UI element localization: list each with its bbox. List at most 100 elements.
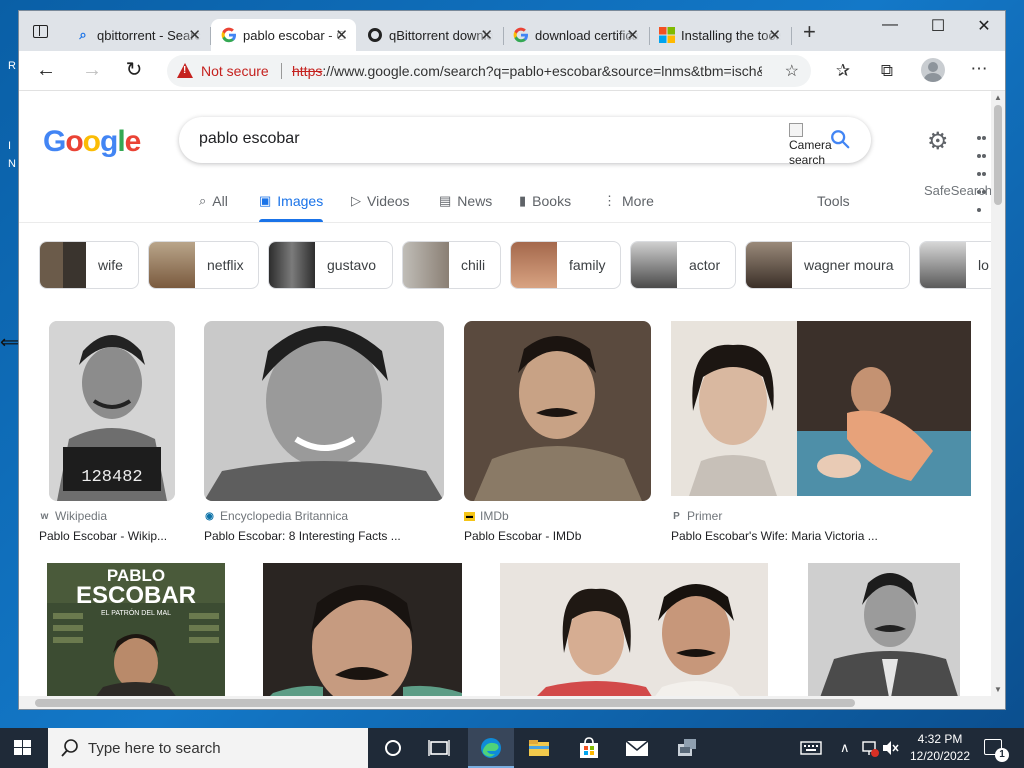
favorites-icon[interactable]: ✰ xyxy=(831,61,855,81)
cortana-icon[interactable] xyxy=(380,736,406,760)
close-icon[interactable]: ✕ xyxy=(626,26,639,44)
result-image[interactable]: PABLO ESCOBAR EL PATRÓN DEL MAL xyxy=(47,563,225,696)
tab-qbittorrent-search[interactable]: ⌕ qbittorrent - Search ✕ xyxy=(65,19,209,51)
tab-pablo-escobar[interactable]: pablo escobar - Google Search ✕ xyxy=(211,19,356,51)
scroll-down-icon[interactable]: ▼ xyxy=(994,685,1002,694)
chip-family[interactable]: family xyxy=(510,241,621,289)
result-title[interactable]: Pablo Escobar - Wikip... xyxy=(39,529,167,543)
search-input[interactable]: pablo escobar Camera search xyxy=(179,117,871,167)
maximize-button[interactable]: ☐ xyxy=(923,16,953,36)
chevron-up-icon[interactable]: ∧ xyxy=(840,740,850,756)
system-clock[interactable]: 4:32 PM 12/20/2022 xyxy=(904,731,976,765)
tools-button[interactable]: Tools xyxy=(817,193,850,209)
book-icon: ▮ xyxy=(519,193,527,208)
more-menu-icon[interactable]: ⋯ xyxy=(967,59,991,79)
desktop-icon-label[interactable]: R xyxy=(8,60,16,72)
file-explorer-icon[interactable] xyxy=(526,736,552,760)
chip-gustavo[interactable]: gustavo xyxy=(268,241,393,289)
chip-wife[interactable]: wife xyxy=(39,241,139,289)
page-content: Google pablo escobar Camera search ⚙ Saf… xyxy=(19,91,991,696)
result-title[interactable]: Pablo Escobar - IMDb xyxy=(464,529,581,543)
tab-installing-tools[interactable]: Installing the tools ✕ xyxy=(649,19,789,51)
result-image[interactable] xyxy=(808,563,960,696)
collections-icon[interactable]: ⧉ xyxy=(875,61,899,81)
tab-actions-icon[interactable] xyxy=(29,21,53,43)
result-image[interactable] xyxy=(263,563,462,696)
more-vert-icon: ⋮ xyxy=(603,193,616,208)
chip-label: actor xyxy=(689,257,721,273)
result-source-name: Wikipedia xyxy=(55,509,108,523)
new-tab-button[interactable]: + xyxy=(803,21,816,43)
poster-subtitle: EL PATRÓN DEL MAL xyxy=(101,608,171,617)
scrollbar-thumb[interactable] xyxy=(994,105,1002,205)
tab-label: More xyxy=(622,193,654,209)
result-source[interactable]: ◉ Encyclopedia Britannica xyxy=(204,509,348,523)
result-source[interactable]: ▬ IMDb xyxy=(464,509,509,523)
network-icon[interactable] xyxy=(860,738,880,758)
result-image[interactable] xyxy=(204,321,444,501)
browser-toolbar: ← → ↻ Not secure https://www.google.com/… xyxy=(19,51,1005,91)
volume-muted-icon[interactable] xyxy=(880,738,900,758)
notifications-icon[interactable]: 1 xyxy=(984,739,1009,762)
tab-more[interactable]: ⋮ More xyxy=(603,193,654,209)
google-icon xyxy=(221,27,237,43)
result-image[interactable] xyxy=(671,321,971,496)
result-title[interactable]: Pablo Escobar's Wife: Maria Victoria ... xyxy=(671,529,878,543)
address-bar[interactable]: Not secure https://www.google.com/search… xyxy=(167,55,811,87)
edge-taskbar-button[interactable] xyxy=(468,728,514,768)
close-icon[interactable]: ✕ xyxy=(335,26,348,44)
result-image[interactable] xyxy=(500,563,768,696)
chip-label: lo xyxy=(978,257,989,273)
url-text[interactable]: https://www.google.com/search?q=pablo+es… xyxy=(292,63,762,79)
chip-actor[interactable]: actor xyxy=(630,241,736,289)
security-status[interactable]: Not secure xyxy=(201,63,269,79)
desktop-icon-label[interactable]: I xyxy=(8,140,11,152)
vertical-scrollbar[interactable]: ▲ ▼ xyxy=(991,91,1005,696)
search-icon[interactable] xyxy=(829,128,851,150)
tab-books[interactable]: ▮ Books xyxy=(519,193,571,209)
image-icon: ▣ xyxy=(259,193,272,208)
tab-videos[interactable]: ▷ Videos xyxy=(351,193,410,209)
tab-title: Installing the tools xyxy=(681,27,781,43)
windows-start-icon[interactable] xyxy=(14,740,32,756)
tab-qbittorrent-download[interactable]: qBittorrent download ✕ xyxy=(357,19,501,51)
scrollbar-thumb[interactable] xyxy=(35,699,855,707)
tab-all[interactable]: ⌕ All xyxy=(199,193,228,209)
taskbar-search-input[interactable]: Type here to search xyxy=(48,728,368,768)
task-view-icon[interactable] xyxy=(426,736,452,760)
chip-netflix[interactable]: netflix xyxy=(148,241,259,289)
google-logo[interactable]: Google xyxy=(43,125,141,159)
chip-chili[interactable]: chili xyxy=(402,241,501,289)
minimize-button[interactable]: — xyxy=(875,16,905,34)
result-source[interactable]: w Wikipedia xyxy=(39,509,107,523)
chip-lo[interactable]: lo xyxy=(919,241,991,289)
horizontal-scrollbar[interactable] xyxy=(19,696,1005,709)
warning-icon xyxy=(177,63,193,78)
search-query[interactable]: pablo escobar xyxy=(199,130,300,148)
refresh-button[interactable]: ↻ xyxy=(121,59,147,81)
forward-button[interactable]: → xyxy=(79,59,105,81)
tab-download-certificate[interactable]: download certificate ✕ xyxy=(503,19,647,51)
close-icon[interactable]: ✕ xyxy=(188,26,201,44)
tab-images[interactable]: ▣ Images xyxy=(259,193,324,222)
tab-title: pablo escobar - Google Search xyxy=(243,27,348,43)
close-icon[interactable]: ✕ xyxy=(480,26,493,44)
result-image[interactable]: 128482 xyxy=(49,321,175,501)
close-window-button[interactable]: ✕ xyxy=(969,16,999,36)
result-source[interactable]: P Primer xyxy=(671,509,722,523)
result-title[interactable]: Pablo Escobar: 8 Interesting Facts ... xyxy=(204,529,401,543)
mail-icon[interactable] xyxy=(624,736,650,760)
settings-gear-icon[interactable]: ⚙ xyxy=(927,127,949,156)
scroll-up-icon[interactable]: ▲ xyxy=(994,93,1002,102)
desktop-icon-label[interactable]: N xyxy=(8,158,16,170)
store-icon[interactable] xyxy=(576,736,602,760)
result-image[interactable] xyxy=(464,321,651,501)
tab-news[interactable]: ▤ News xyxy=(439,193,492,209)
close-icon[interactable]: ✕ xyxy=(768,26,781,44)
chip-wagner-moura[interactable]: wagner moura xyxy=(745,241,910,289)
keyboard-icon[interactable] xyxy=(800,738,822,758)
add-favorite-icon[interactable]: ☆ xyxy=(785,61,799,81)
profile-avatar[interactable] xyxy=(921,58,945,82)
network-app-icon[interactable] xyxy=(674,736,700,760)
back-button[interactable]: ← xyxy=(33,59,59,81)
